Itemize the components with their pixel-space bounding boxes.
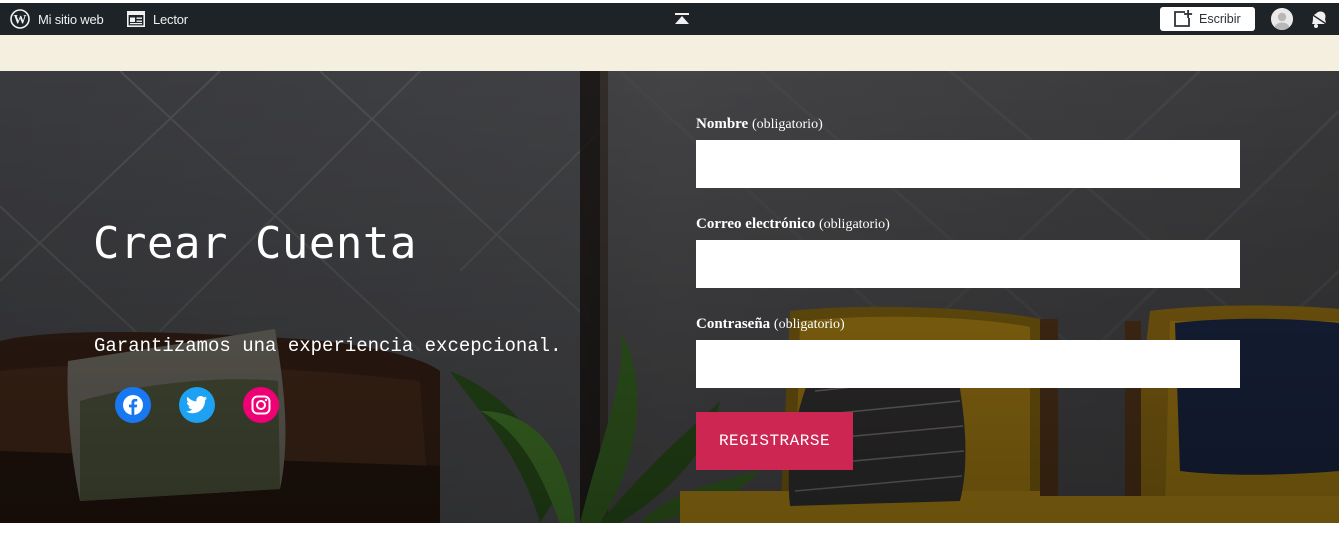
write-label: Escribir [1199, 12, 1241, 26]
facebook-link[interactable] [115, 387, 151, 423]
reader-menu[interactable]: Lector [127, 3, 188, 35]
name-label-text: Nombre [696, 116, 749, 132]
reader-icon [127, 11, 145, 27]
page-title: Crear Cuenta [93, 218, 417, 269]
instagram-icon [251, 395, 271, 415]
signup-cover: Crear Cuenta Garantizamos una experienci… [0, 71, 1339, 523]
name-label: Nombre (obligatorio) [696, 116, 823, 133]
write-button[interactable]: Escribir [1160, 7, 1255, 31]
password-label: Contraseña (obligatorio) [696, 316, 845, 333]
facebook-icon [123, 395, 143, 415]
my-site-menu[interactable]: W Mi sitio web [10, 3, 104, 35]
bell-icon [1312, 11, 1326, 28]
password-input[interactable] [696, 340, 1240, 388]
avatar[interactable] [1271, 8, 1293, 30]
header-band [0, 35, 1339, 71]
notifications-button[interactable] [1309, 3, 1329, 35]
twitter-link[interactable] [179, 387, 215, 423]
email-label-text: Correo electrónico [696, 216, 816, 232]
name-input[interactable] [696, 140, 1240, 188]
email-input[interactable] [696, 240, 1240, 288]
reader-label: Lector [153, 11, 188, 27]
svg-text:W: W [14, 12, 27, 27]
collapse-button[interactable] [674, 3, 690, 35]
my-site-label: Mi sitio web [38, 11, 104, 27]
cover-background-image [0, 71, 1339, 523]
register-button[interactable]: REGISTRARSE [696, 412, 853, 470]
tagline: Garantizamos una experiencia excepcional… [94, 335, 562, 357]
wordpress-icon: W [10, 9, 30, 29]
user-avatar-icon [1271, 8, 1293, 30]
password-label-text: Contraseña [696, 316, 771, 332]
password-required-note: (obligatorio) [773, 317, 845, 332]
twitter-icon [186, 396, 208, 414]
collapse-icon [675, 13, 689, 24]
email-label: Correo electrónico (obligatorio) [696, 216, 890, 233]
instagram-link[interactable] [243, 387, 279, 423]
email-required-note: (obligatorio) [819, 217, 890, 232]
admin-bar: W Mi sitio web Lector Escribir [0, 0, 1339, 35]
name-required-note: (obligatorio) [751, 117, 823, 132]
write-icon [1174, 10, 1193, 27]
